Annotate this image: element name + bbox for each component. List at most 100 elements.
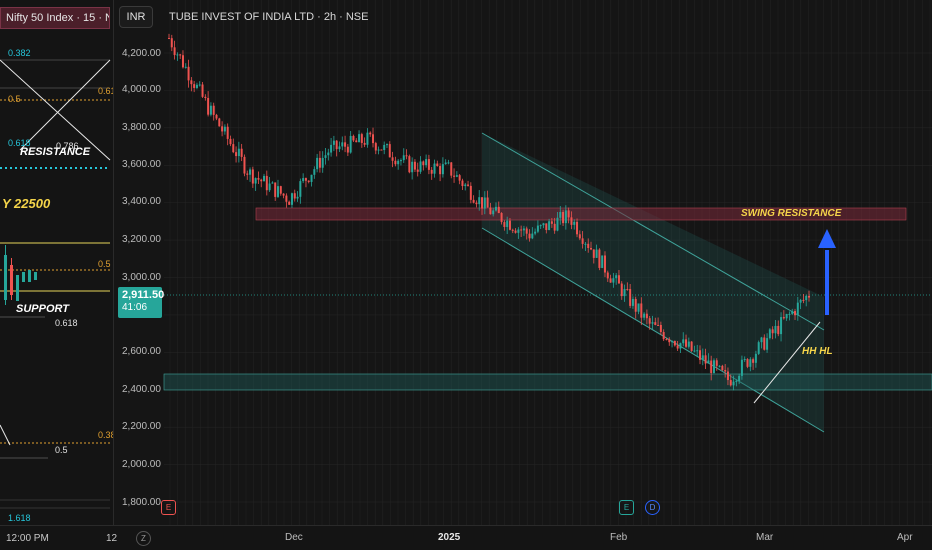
earnings-marker[interactable]: E	[619, 500, 634, 515]
candle-body	[799, 299, 802, 303]
candle-body	[307, 180, 310, 182]
candle-body	[752, 359, 755, 363]
candle-body	[729, 380, 732, 386]
candle-body	[215, 114, 218, 119]
candle-body	[486, 197, 489, 208]
fib-label: 0.382	[98, 430, 113, 440]
price-axis-tick: 4,200.00	[122, 48, 161, 59]
candle-body	[643, 313, 646, 318]
candle-body	[578, 234, 581, 239]
candle-body	[450, 162, 453, 176]
candle-body	[455, 175, 458, 177]
candle-body	[564, 210, 567, 224]
left-mini-chart[interactable]: Nifty 50 Index · 15 · NSE 0.382 0.5 0.61…	[0, 0, 114, 550]
candle-body	[341, 142, 344, 147]
candle-body	[805, 295, 808, 301]
price-axis-tick: 3,600.00	[122, 159, 161, 170]
zoom-reset-button[interactable]: Z	[136, 531, 151, 546]
candle-body	[481, 197, 484, 209]
earnings-marker-left[interactable]: E	[161, 500, 176, 515]
candle-body	[637, 303, 640, 312]
candle-body	[355, 140, 358, 143]
candle-body	[612, 278, 615, 283]
candle-body	[313, 169, 316, 175]
candle-body	[207, 98, 210, 115]
candle-body	[422, 161, 425, 166]
candle-body	[617, 275, 620, 284]
candle-body	[514, 230, 517, 233]
candle-body	[201, 84, 204, 97]
candle-body	[369, 132, 372, 135]
candle-body	[204, 96, 207, 99]
candle-body	[657, 324, 660, 326]
candle-body	[344, 142, 347, 147]
candle-body	[746, 359, 749, 367]
currency-button[interactable]: INR	[119, 6, 153, 28]
candle-body	[584, 243, 587, 245]
candle-body	[413, 161, 416, 170]
candle-body	[511, 229, 514, 231]
dividend-marker[interactable]: D	[645, 500, 660, 515]
candle-body	[173, 47, 176, 56]
candle-body	[461, 180, 464, 187]
date-axis-tick: Feb	[610, 532, 628, 543]
candle-body	[539, 225, 542, 227]
candle-body	[735, 380, 738, 382]
candle-body	[740, 359, 743, 376]
candle-body	[760, 337, 763, 343]
candle-body	[433, 163, 436, 174]
fib-label: 0.5	[98, 259, 111, 269]
candle-body	[768, 329, 771, 339]
candle-body	[696, 350, 699, 352]
candle-body	[254, 178, 257, 184]
main-chart-pane[interactable]: INR TUBE INVEST OF INDIA LTD · 2h · NSE …	[114, 0, 932, 550]
candle-body	[419, 161, 422, 172]
candle-body	[176, 54, 179, 56]
candle-body	[545, 223, 548, 231]
hh-hl-label: HH HL	[802, 346, 833, 357]
candle-body	[430, 169, 433, 174]
candle-body	[626, 289, 629, 291]
chart-symbol-title[interactable]: TUBE INVEST OF INDIA LTD · 2h · NSE	[169, 11, 368, 23]
candle-body	[184, 66, 187, 68]
candle-body	[520, 229, 523, 231]
price-axis-tick: 2,400.00	[122, 384, 161, 395]
candle-body	[467, 184, 470, 186]
resistance-label: RESISTANCE	[20, 146, 91, 158]
candle-body	[794, 311, 797, 316]
date-axis-tick: Apr	[897, 532, 913, 543]
candle-body	[500, 213, 503, 223]
candle-body	[285, 195, 288, 202]
candle-body	[721, 365, 724, 371]
price-axis-tick: 2,000.00	[122, 459, 161, 470]
price-chart-canvas[interactable]	[114, 0, 932, 525]
candle-body	[754, 353, 757, 363]
candle-body	[391, 157, 394, 161]
support-label: SUPPORT	[16, 303, 69, 315]
time-axis-bar[interactable]: 12:00 PM 12 Z Dec 2025 Feb Mar Apr	[0, 525, 932, 550]
candle-body	[444, 162, 447, 165]
price-axis-tick: 3,800.00	[122, 122, 161, 133]
candle-body	[528, 233, 531, 239]
candle-body	[246, 173, 249, 175]
swing-resistance-label: SWING RESISTANCE	[741, 208, 842, 219]
candle-body	[377, 149, 380, 151]
candle-body	[494, 206, 497, 211]
candle-body	[469, 185, 472, 200]
fib-label: 1.618	[8, 513, 31, 523]
candle-body	[380, 149, 383, 151]
candle-body	[587, 243, 590, 248]
candle-body	[346, 146, 349, 153]
candle-body	[195, 84, 198, 88]
candle-body	[360, 134, 363, 143]
date-axis-tick: 2025	[438, 532, 461, 543]
candle-body	[506, 220, 509, 227]
candle-body	[757, 342, 760, 354]
candle-body	[687, 341, 690, 347]
candle-body	[168, 38, 170, 40]
candle-body	[405, 155, 408, 157]
candle-body	[288, 201, 291, 205]
candle-body	[366, 132, 369, 145]
date-axis-tick: Dec	[285, 532, 303, 543]
candle-body	[290, 193, 293, 205]
